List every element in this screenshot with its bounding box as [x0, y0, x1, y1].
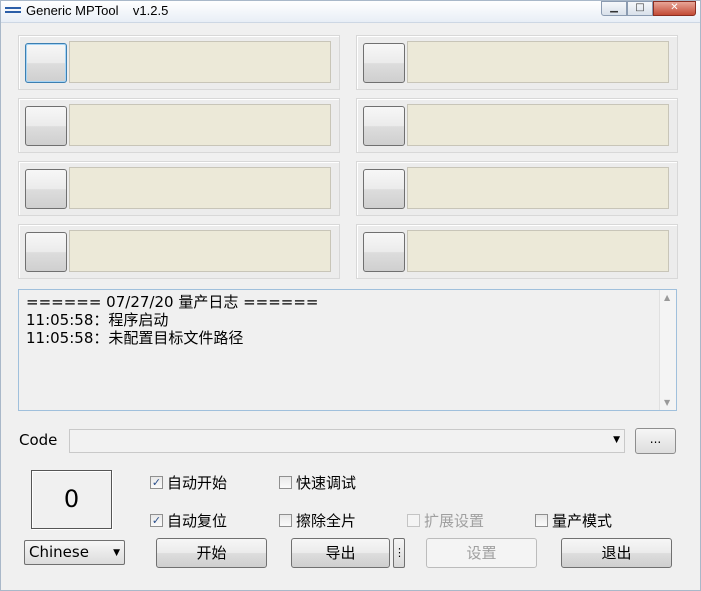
checkbox-empty-icon [279, 476, 292, 489]
erase-all-checkbox[interactable]: 擦除全片 [279, 510, 356, 531]
port-button-2[interactable] [363, 43, 405, 83]
chevron-down-icon[interactable]: ▼ [113, 542, 120, 564]
port-button-6[interactable] [363, 169, 405, 209]
port-button-4[interactable] [363, 106, 405, 146]
port-slot-3 [18, 98, 340, 153]
port-status-5 [69, 167, 331, 209]
checkmark-icon: ✓ [150, 476, 163, 489]
language-select[interactable]: Chinese ▼ [24, 540, 125, 565]
fast-debug-checkbox[interactable]: 快速调试 [279, 472, 356, 493]
auto-reset-checkbox[interactable]: ✓ 自动复位 [150, 510, 227, 531]
port-slot-7 [18, 224, 340, 279]
browse-button[interactable]: ... [635, 428, 676, 454]
log-scrollbar[interactable]: ▲ ▼ [659, 290, 676, 410]
code-label: Code [19, 431, 58, 449]
port-slot-5 [18, 161, 340, 216]
port-slot-6 [356, 161, 678, 216]
auto-reset-label: 自动复位 [167, 512, 228, 530]
minimize-icon[interactable]: ▁ [601, 1, 627, 16]
log-textarea[interactable]: ====== 07/27/20 量产日志 ====== 11:05:58：程序启动… [18, 289, 677, 411]
erase-all-label: 擦除全片 [296, 512, 357, 530]
fast-debug-label: 快速调试 [296, 474, 357, 492]
port-status-6 [407, 167, 669, 209]
start-button[interactable]: 开始 [156, 538, 267, 568]
port-status-1 [69, 41, 331, 83]
language-value: Chinese [29, 543, 89, 561]
maximize-icon[interactable]: □ [627, 1, 653, 16]
code-combobox[interactable]: ▼ [69, 429, 625, 453]
mp-mode-checkbox[interactable]: 量产模式 [535, 510, 612, 531]
settings-button: 设置 [426, 538, 537, 568]
log-lines: ====== 07/27/20 量产日志 ====== 11:05:58：程序启动… [26, 293, 319, 347]
close-icon[interactable]: ✕ [653, 1, 696, 16]
pass-counter: 0 [31, 470, 112, 529]
port-button-7[interactable] [25, 232, 67, 272]
checkbox-empty-icon [535, 514, 548, 527]
port-button-1[interactable] [25, 43, 67, 83]
checkmark-icon: ✓ [150, 514, 163, 527]
ext-settings-label: 扩展设置 [424, 512, 485, 530]
checkbox-empty-icon [407, 514, 420, 527]
window-controls: ▁ □ ✕ [601, 1, 696, 16]
port-button-5[interactable] [25, 169, 67, 209]
export-menu-button[interactable]: ⋮ [393, 538, 405, 568]
app-icon [5, 7, 21, 17]
port-status-2 [407, 41, 669, 83]
log-line: 11:05:58：未配置目标文件路径 [26, 329, 244, 347]
port-status-8 [407, 230, 669, 272]
ext-settings-checkbox: 扩展设置 [407, 510, 484, 531]
scroll-up-icon[interactable]: ▲ [664, 293, 670, 302]
port-button-8[interactable] [363, 232, 405, 272]
mptool-window: Generic MPTool v1.2.5 ▁ □ ✕ ====== 07/27… [0, 0, 701, 591]
log-line: 11:05:58：程序启动 [26, 311, 169, 329]
chevron-down-icon[interactable]: ▼ [613, 435, 620, 445]
port-slot-8 [356, 224, 678, 279]
port-button-3[interactable] [25, 106, 67, 146]
port-slot-1 [18, 35, 340, 90]
port-slot-2 [356, 35, 678, 90]
auto-start-checkbox[interactable]: ✓ 自动开始 [150, 472, 227, 493]
auto-start-label: 自动开始 [167, 474, 228, 492]
window-title: Generic MPTool v1.2.5 [26, 3, 169, 18]
port-status-4 [407, 104, 669, 146]
port-slot-4 [356, 98, 678, 153]
checkbox-empty-icon [279, 514, 292, 527]
port-status-3 [69, 104, 331, 146]
port-status-7 [69, 230, 331, 272]
mp-mode-label: 量产模式 [552, 512, 613, 530]
scroll-down-icon[interactable]: ▼ [664, 398, 670, 407]
export-button[interactable]: 导出 [291, 538, 390, 568]
exit-button[interactable]: 退出 [561, 538, 672, 568]
log-line: ====== 07/27/20 量产日志 ====== [26, 293, 319, 311]
title-bar[interactable]: Generic MPTool v1.2.5 ▁ □ ✕ [1, 1, 700, 23]
